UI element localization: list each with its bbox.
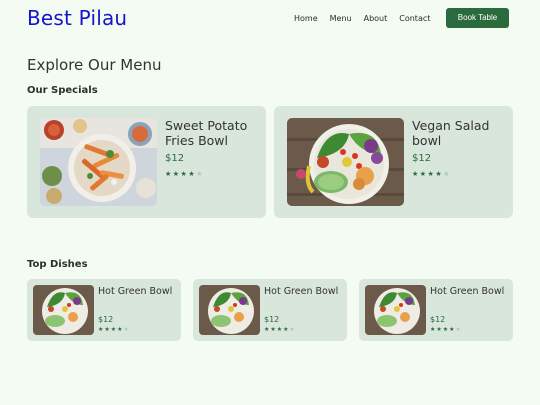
nav-contact[interactable]: Contact — [399, 13, 430, 25]
rating-stars: ★★★★★ — [412, 170, 451, 178]
site-header: Best Pilau Home Menu About Contact Book … — [0, 0, 540, 40]
main-nav: Home Menu About Contact — [294, 13, 442, 25]
dish-price: $12 — [98, 315, 114, 324]
nav-menu[interactable]: Menu — [330, 13, 352, 25]
special-name: Sweet Potato Fries Bowl — [165, 118, 248, 148]
page-title: Explore Our Menu — [27, 56, 162, 74]
special-price: $12 — [165, 153, 185, 164]
hot-green-bowl-photo — [365, 285, 426, 335]
special-card[interactable]: Sweet Potato Fries Bowl $12 ★★★★★ — [27, 106, 266, 218]
book-table-button[interactable]: Book Table — [446, 8, 509, 28]
dish-card[interactable]: Hot Green Bowl $12 ★★★★★ — [193, 279, 347, 341]
sweet-potato-fries-bowl-photo — [40, 118, 157, 206]
dish-price: $12 — [430, 315, 446, 324]
nav-about[interactable]: About — [364, 13, 388, 25]
brand-logo[interactable]: Best Pilau — [27, 6, 127, 30]
dish-name: Hot Green Bowl — [430, 286, 505, 297]
rating-stars: ★★★★★ — [264, 326, 296, 333]
nav-home[interactable]: Home — [294, 13, 318, 25]
top-dishes-section-title: Top Dishes — [27, 259, 88, 270]
dish-name: Hot Green Bowl — [264, 286, 339, 297]
rating-stars: ★★★★★ — [165, 170, 204, 178]
vegan-salad-bowl-photo — [287, 118, 404, 206]
special-card[interactable]: Vegan Salad bowl $12 ★★★★★ — [274, 106, 513, 218]
rating-stars: ★★★★★ — [98, 326, 130, 333]
dish-name: Hot Green Bowl — [98, 286, 173, 297]
hot-green-bowl-photo — [33, 285, 94, 335]
dish-card[interactable]: Hot Green Bowl $12 ★★★★★ — [359, 279, 513, 341]
specials-section-title: Our Specials — [27, 85, 98, 96]
dish-card[interactable]: Hot Green Bowl $12 ★★★★★ — [27, 279, 181, 341]
special-price: $12 — [412, 153, 432, 164]
dish-price: $12 — [264, 315, 280, 324]
hot-green-bowl-photo — [199, 285, 260, 335]
rating-stars: ★★★★★ — [430, 326, 462, 333]
special-name: Vegan Salad bowl — [412, 118, 490, 148]
